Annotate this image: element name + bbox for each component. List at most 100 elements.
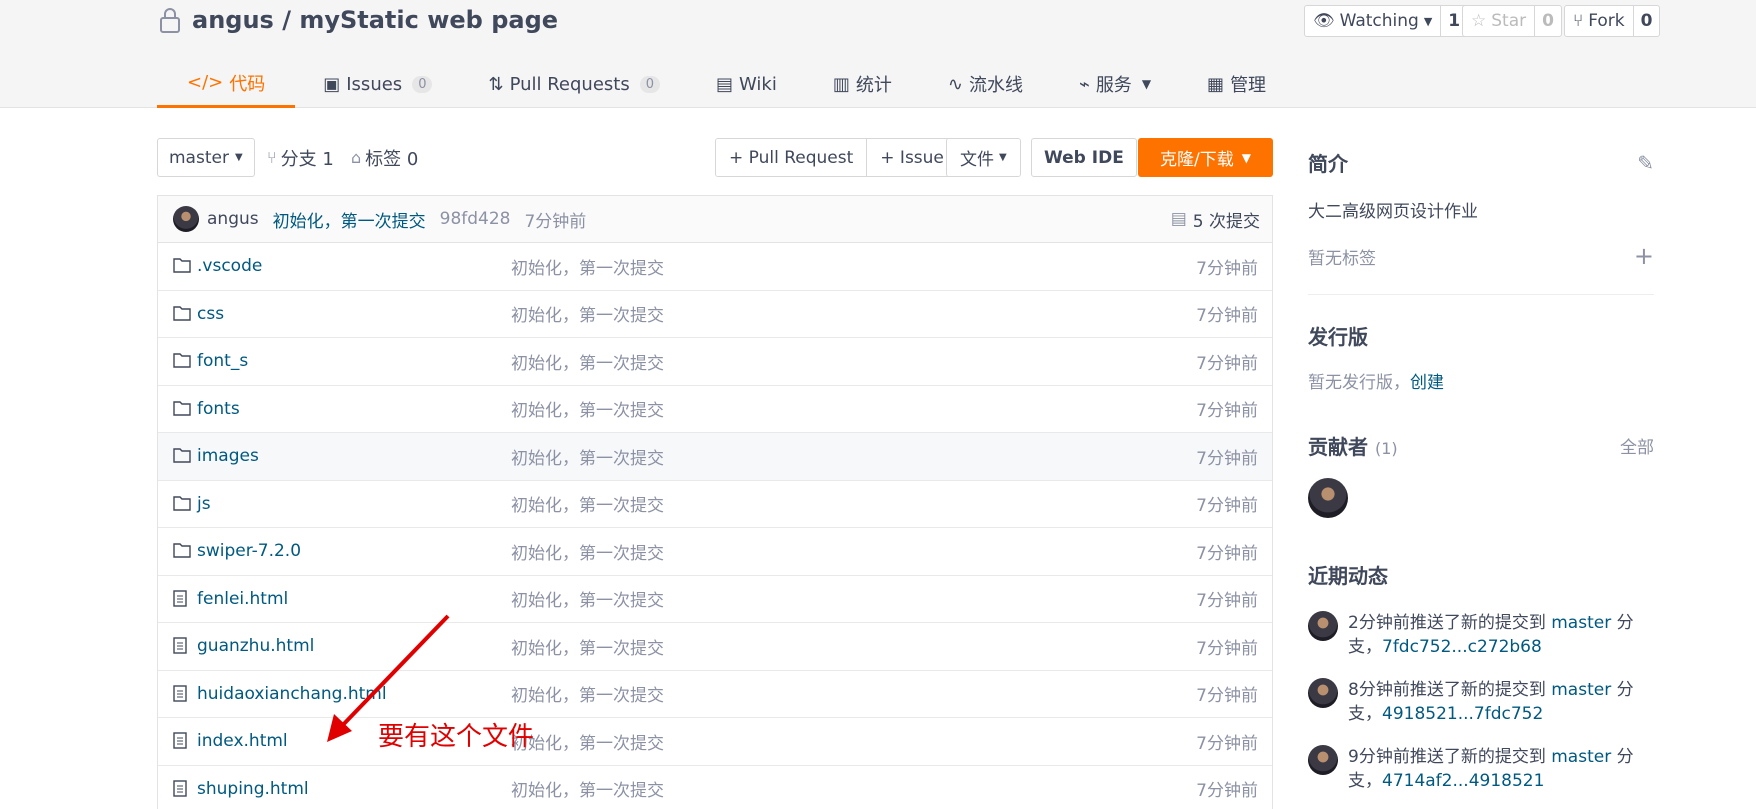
branch-icon: ⑂ (267, 148, 277, 167)
bar-chart-icon: ▥ (832, 73, 850, 95)
file-commit-time: 7分钟前 (1196, 686, 1258, 707)
commits-icon: ▤ (1170, 209, 1187, 229)
avatar[interactable] (173, 206, 199, 232)
watch-button[interactable]: 👁 Watching ▼ 1 (1304, 5, 1469, 37)
star-count[interactable]: 0 (1534, 6, 1561, 36)
commit-author[interactable]: angus (207, 209, 259, 229)
activity-item: 2分钟前推送了新的提交到 master 分支，7fdc752...c272b68 (1308, 611, 1654, 659)
file-commit-message[interactable]: 初始化，第一次提交 (511, 254, 664, 279)
file-commit-message[interactable]: 初始化，第一次提交 (511, 444, 664, 469)
tags-link[interactable]: ⌂ 标签 0 (351, 138, 418, 177)
contributor-avatar[interactable] (1308, 478, 1348, 518)
file-commit-message[interactable]: 初始化，第一次提交 (511, 396, 664, 421)
tab-pipeline[interactable]: ∿ 流水线 (920, 60, 1051, 108)
activity-commit-range-link[interactable]: 4918521...7fdc752 (1382, 704, 1543, 724)
tab-stats[interactable]: ▥ 统计 (805, 60, 920, 108)
table-row: fenlei.html 初始化，第一次提交 7分钟前 (158, 576, 1272, 623)
all-contributors-link[interactable]: 全部 (1620, 433, 1654, 458)
repo-separator: / (282, 6, 291, 34)
file-name-link[interactable]: fonts (197, 399, 240, 419)
star-label: Star (1491, 11, 1527, 31)
commits-count-link[interactable]: ▤ 5 次提交 (1171, 207, 1260, 232)
file-name-link[interactable]: swiper-7.2.0 (197, 541, 301, 561)
file-name-link[interactable]: index.html (197, 731, 288, 751)
file-commit-message[interactable]: 初始化，第一次提交 (511, 301, 664, 326)
file-table: angus 初始化，第一次提交 98fd428 7分钟前 ▤ 5 次提交 .vsc… (157, 195, 1273, 809)
file-name-link[interactable]: images (197, 446, 259, 466)
commit-message-link[interactable]: 初始化，第一次提交 (273, 207, 426, 232)
fork-button[interactable]: ⑂ Fork 0 (1564, 5, 1661, 37)
file-name-link[interactable]: js (197, 494, 211, 514)
file-name-link[interactable]: css (197, 304, 224, 324)
plus-icon[interactable]: + (1634, 242, 1654, 270)
file-commit-time: 7分钟前 (1196, 353, 1258, 374)
issues-count-badge: 0 (412, 75, 433, 93)
repo-title: angus / myStatic web page (158, 6, 558, 34)
folder-icon (173, 542, 191, 563)
book-icon: ▤ (716, 73, 734, 95)
file-commit-message[interactable]: 初始化，第一次提交 (511, 776, 664, 801)
file-commit-message[interactable]: 初始化，第一次提交 (511, 491, 664, 516)
file-name-link[interactable]: huidaoxianchang.html (197, 684, 387, 704)
file-commit-time: 7分钟前 (1196, 591, 1258, 612)
tab-code[interactable]: </> 代码 (157, 60, 296, 108)
activity-branch-link[interactable]: master (1551, 747, 1611, 767)
star-button[interactable]: ☆ Star 0 (1462, 5, 1562, 37)
file-commit-message[interactable]: 初始化，第一次提交 (511, 634, 664, 659)
activity-text: 9分钟前推送了新的提交到 (1348, 747, 1552, 767)
code-icon: </> (187, 72, 224, 93)
tab-wiki[interactable]: ▤ Wiki (688, 60, 805, 108)
file-name-link[interactable]: font_s (197, 351, 248, 371)
file-commit-message[interactable]: 初始化，第一次提交 (511, 539, 664, 564)
file-name-link[interactable]: fenlei.html (197, 589, 288, 609)
releases-heading: 发行版 (1308, 325, 1368, 349)
file-name-link[interactable]: shuping.html (197, 779, 309, 799)
repo-name-link[interactable]: myStatic web page (299, 6, 558, 34)
create-release-link[interactable]: 创建 (1410, 373, 1444, 393)
table-row: shuping.html 初始化，第一次提交 7分钟前 (158, 766, 1272, 809)
file-icon (173, 637, 187, 659)
table-row: huidaoxianchang.html 初始化，第一次提交 7分钟前 (158, 671, 1272, 718)
chevron-down-icon: ▼ (234, 152, 243, 163)
commit-sha[interactable]: 98fd428 (440, 209, 511, 229)
file-commit-time: 7分钟前 (1196, 638, 1258, 659)
avatar[interactable] (1308, 745, 1338, 775)
file-icon (173, 589, 187, 612)
new-pull-request-button[interactable]: + Pull Request (716, 139, 867, 176)
avatar[interactable] (1308, 611, 1338, 641)
file-menu[interactable]: 文件 ▼ (946, 138, 1021, 177)
fork-count[interactable]: 0 (1632, 6, 1660, 36)
repo-owner-link[interactable]: angus (192, 6, 274, 34)
avatar[interactable] (1308, 678, 1338, 708)
file-commit-time: 7分钟前 (1196, 306, 1258, 327)
activity-branch-link[interactable]: master (1551, 613, 1611, 633)
new-issue-button[interactable]: + Issue (866, 139, 957, 176)
chevron-down-icon: ▼ (999, 152, 1007, 163)
fork-label: Fork (1588, 11, 1625, 31)
file-commit-message[interactable]: 初始化，第一次提交 (511, 349, 664, 374)
activity-commit-range-link[interactable]: 4714af2...4918521 (1382, 771, 1544, 791)
folder-icon (173, 257, 191, 278)
star-icon: ☆ (1471, 11, 1487, 31)
folder-icon (173, 352, 191, 373)
tab-issues[interactable]: ▣ Issues 0 (295, 60, 460, 108)
contributors-count: (1) (1374, 439, 1398, 458)
edit-icon[interactable]: ✎ (1637, 151, 1654, 175)
folder-icon (173, 447, 191, 468)
file-commit-message[interactable]: 初始化，第一次提交 (511, 681, 664, 706)
activity-branch-link[interactable]: master (1551, 680, 1611, 700)
tab-manage[interactable]: ▦ 管理 (1179, 60, 1294, 108)
file-commit-message[interactable]: 初始化，第一次提交 (511, 586, 664, 611)
branches-link[interactable]: ⑂ 分支 1 (267, 138, 334, 177)
web-ide-button[interactable]: Web IDE (1031, 138, 1137, 177)
tab-pull-requests[interactable]: ⇅ Pull Requests 0 (460, 60, 688, 108)
activity-commit-range-link[interactable]: 7fdc752...c272b68 (1382, 637, 1542, 657)
folder-icon (173, 400, 191, 421)
tab-services[interactable]: ⌁ 服务 ▼ (1051, 60, 1179, 108)
branch-select[interactable]: master ▼ (157, 138, 255, 177)
clone-download-button[interactable]: 克隆/下载 ▼ (1138, 138, 1273, 177)
file-name-link[interactable]: guanzhu.html (197, 636, 314, 656)
table-row: images 初始化，第一次提交 7分钟前 (158, 433, 1272, 481)
commit-time: 7分钟前 (524, 211, 587, 232)
file-name-link[interactable]: .vscode (197, 256, 262, 276)
